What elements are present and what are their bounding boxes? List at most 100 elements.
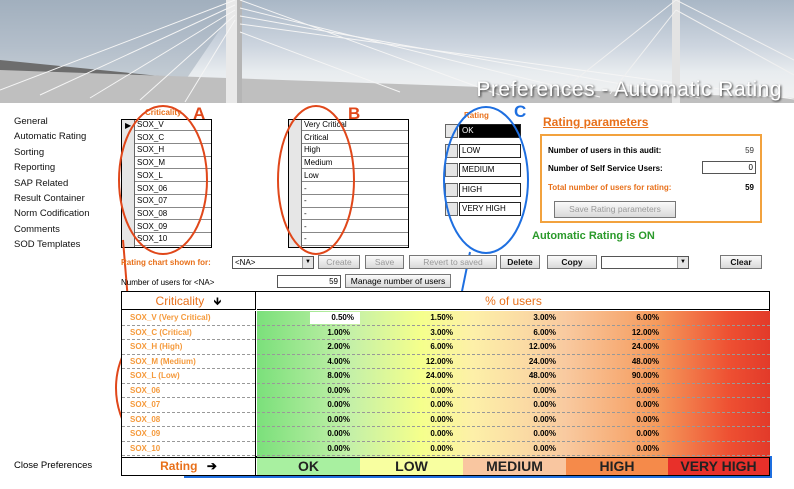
rating-name-cell[interactable]: - — [302, 196, 408, 208]
sidebar-item-comments[interactable]: Comments — [14, 224, 119, 239]
rating-bar-label: Rating ➔ — [122, 458, 256, 475]
close-preferences-link[interactable]: Close Preferences — [14, 460, 92, 471]
rating-option[interactable]: LOW — [459, 143, 521, 158]
table-cell-percent: 0.00% — [636, 443, 659, 453]
table-row-divider — [122, 368, 770, 369]
clear-button[interactable]: Clear — [720, 255, 762, 269]
self-service-input[interactable]: 0 — [702, 161, 756, 174]
criticality-cell[interactable]: SOX_10 — [135, 234, 211, 246]
rating-option[interactable]: HIGH — [459, 182, 521, 197]
sidebar-item-sap-related[interactable]: SAP Related — [14, 178, 119, 193]
copy-target-select[interactable]: ▼ — [601, 256, 689, 269]
rating-option[interactable]: MEDIUM — [459, 163, 521, 177]
revert-button[interactable]: Revert to saved — [409, 255, 497, 269]
rating-name-cell[interactable]: - — [302, 208, 408, 221]
rating-name-cell[interactable]: Low — [302, 170, 408, 183]
table-cell-percent: 3.00% — [533, 313, 556, 322]
table-row-divider — [122, 382, 770, 384]
rating-parameters-title: Rating parameters — [543, 115, 649, 129]
table-cell-percent: 6.00% — [533, 327, 556, 337]
table-cell-percent: 2.00% — [327, 342, 350, 351]
rating-level-ok: OK — [257, 458, 360, 475]
table-row-criticality: SOX_08 — [130, 414, 161, 424]
sidebar-item-sorting[interactable]: Sorting — [14, 147, 119, 162]
table-cell-percent: 4.00% — [327, 356, 350, 366]
rating-level-very-high: VERY HIGH — [668, 458, 769, 475]
table-row-criticality: SOX_H (High) — [130, 342, 183, 351]
users-in-audit-value: 59 — [745, 146, 754, 155]
rating-name-cell[interactable]: High — [302, 145, 408, 157]
table-cell-percent: 0.00% — [327, 414, 350, 424]
table-cell-percent: 0.00% — [430, 443, 453, 453]
rating-name-cell[interactable]: - — [302, 234, 408, 246]
criticality-cell[interactable]: SOX_08 — [135, 208, 211, 221]
sidebar-item-sod-templates[interactable]: SOD Templates — [14, 239, 119, 254]
users-for-label: Number of users for <NA> — [121, 278, 215, 287]
table-cell-percent: 0.00% — [533, 385, 556, 395]
criticality-cell[interactable]: SOX_06 — [135, 183, 211, 195]
rating-name-cell[interactable]: Critical — [302, 132, 408, 145]
table-header-percent: % of users — [257, 292, 770, 310]
table-cell-percent: 0.00% — [533, 400, 556, 409]
sidebar-item-automatic-rating[interactable]: Automatic Rating — [14, 131, 119, 146]
table-cell-percent: 0.00% — [430, 400, 453, 409]
table-cell-percent: 3.00% — [430, 327, 453, 337]
table-row-divider — [122, 455, 770, 456]
rating-option-selector — [445, 202, 458, 216]
banner: Preferences - Automatic Rating — [0, 0, 794, 103]
sidebar-item-reporting[interactable]: Reporting — [14, 162, 119, 177]
preferences-window: Preferences - Automatic Rating General A… — [0, 0, 794, 489]
users-for-input[interactable]: 59 — [277, 275, 341, 288]
sidebar-item-general[interactable]: General — [14, 116, 119, 131]
sidebar-item-norm-codification[interactable]: Norm Codification — [14, 208, 119, 223]
table-row-divider — [122, 339, 770, 340]
rating-chart-select[interactable]: <NA> ▼ — [232, 256, 314, 269]
rating-option[interactable]: VERY HIGH — [459, 202, 521, 216]
delete-button[interactable]: Delete — [500, 255, 540, 269]
table-row-criticality: SOX_09 — [130, 429, 161, 438]
table-cell-percent: 0.00% — [533, 443, 556, 453]
save-button[interactable]: Save — [365, 255, 404, 269]
criticality-cell[interactable]: SOX_07 — [135, 196, 211, 208]
annotation-b: B — [348, 104, 361, 123]
criticality-cell[interactable]: SOX_C — [135, 132, 211, 145]
table-cell-percent: 0.50% — [310, 312, 360, 324]
table-cell-percent: 0.00% — [636, 385, 659, 395]
table-row-criticality: SOX_07 — [130, 400, 161, 409]
rating-name-cell[interactable]: - — [302, 183, 408, 195]
rating-option[interactable]: OK — [459, 124, 521, 138]
rating-option-selector — [445, 182, 458, 197]
total-users-value: 59 — [745, 183, 754, 192]
table-row-criticality: SOX_V (Very Critical) — [130, 313, 211, 322]
rating-name-cell[interactable]: Medium — [302, 158, 408, 170]
table-row-criticality: SOX_06 — [130, 385, 161, 395]
copy-button[interactable]: Copy — [547, 255, 597, 269]
rating-bar: Rating ➔ OK LOW MEDIUM HIGH VERY HIGH — [121, 457, 770, 476]
table-cell-percent: 0.00% — [327, 443, 350, 453]
rating-level-medium: MEDIUM — [463, 458, 566, 475]
rating-bar-label-text: Rating — [160, 459, 198, 473]
table-row-divider — [122, 353, 770, 355]
chevron-down-icon: ▼ — [302, 257, 313, 268]
criticality-cell[interactable]: SOX_L — [135, 170, 211, 183]
rating-option-selector — [445, 143, 458, 158]
table-cell-percent: 0.00% — [327, 429, 350, 438]
criticality-cell[interactable]: SOX_H — [135, 145, 211, 157]
criticality-cell[interactable]: SOX_M — [135, 158, 211, 170]
arrow-down-icon: 🡻 — [213, 296, 222, 308]
table-cell-percent: 0.00% — [327, 400, 350, 409]
table-row-divider — [122, 411, 770, 413]
manage-users-button[interactable]: Manage number of users — [345, 274, 451, 288]
total-users-label: Total number of users for rating: — [548, 183, 672, 192]
save-rating-parameters-button[interactable]: Save Rating parameters — [554, 201, 676, 218]
create-button[interactable]: Create — [318, 255, 360, 269]
rating-level-low: LOW — [360, 458, 463, 475]
rating-name-cell[interactable]: - — [302, 221, 408, 233]
table-cell-percent: 0.00% — [430, 385, 453, 395]
table-cell-percent: 12.00% — [528, 342, 556, 351]
table-cell-percent: 24.00% — [631, 342, 659, 351]
sidebar-item-result-container[interactable]: Result Container — [14, 193, 119, 208]
criticality-cell[interactable]: SOX_09 — [135, 221, 211, 233]
row-selector-column — [289, 120, 302, 247]
rating-level-high: HIGH — [566, 458, 668, 475]
